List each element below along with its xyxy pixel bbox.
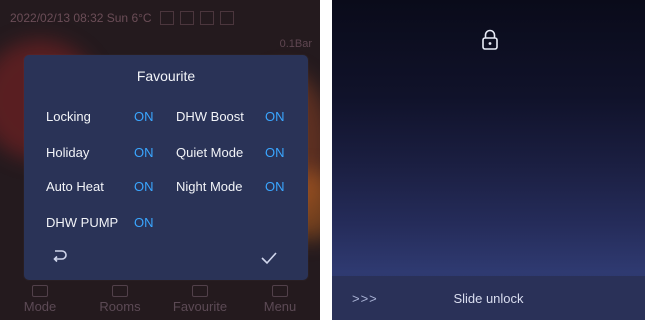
lock-icon	[482, 29, 498, 50]
menu-icon	[272, 285, 288, 297]
status-icons	[159, 11, 234, 25]
back-button[interactable]	[46, 243, 72, 269]
option-label: Quiet Mode	[176, 145, 244, 160]
pressure-value: 0.1Bar	[279, 38, 312, 50]
option-value: ON	[134, 179, 154, 194]
status-bar: 2022/02/13 08:32 Sun 6°C	[10, 9, 314, 27]
nav-mode-label: Mode	[23, 299, 57, 314]
option-label: Night Mode	[176, 179, 243, 194]
option-auto-heat[interactable]: Auto Heat ON	[46, 179, 154, 194]
status-icon	[219, 11, 234, 25]
nav-rooms[interactable]: Rooms	[90, 285, 150, 314]
option-label: DHW Boost	[176, 109, 244, 124]
option-value: ON	[265, 109, 285, 124]
pressure-readout: 0.1Bar	[280, 38, 312, 50]
slide-unlock-label: Slide unlock	[453, 290, 524, 306]
dialog-title: Favourite	[136, 68, 196, 84]
option-value: ON	[134, 109, 154, 124]
option-night-mode[interactable]: Night Mode ON	[176, 179, 285, 194]
status-icon	[179, 11, 194, 25]
option-value: ON	[265, 179, 285, 194]
option-value: ON	[134, 215, 154, 230]
option-label: Auto Heat	[46, 179, 104, 194]
status-icon	[159, 11, 174, 25]
favourite-dialog: Favourite Locking ON DHW Boost ON Holida…	[24, 55, 308, 280]
favourite-screen: 2022/02/13 08:32 Sun 6°C 0.1Bar Mode Roo…	[0, 0, 320, 320]
option-value: ON	[265, 145, 285, 160]
nav-rooms-label: Rooms	[99, 299, 141, 314]
slide-unlock-bar[interactable]: >>> Slide unlock	[332, 276, 645, 320]
nav-favourite[interactable]: Favourite	[170, 285, 230, 314]
lock-screen: >>> Slide unlock	[332, 0, 645, 320]
option-locking[interactable]: Locking ON	[46, 109, 154, 124]
mode-icon	[32, 285, 48, 297]
status-datetime: 2022/02/13 08:32 Sun 6°C	[10, 11, 152, 25]
option-label: Holiday	[46, 145, 90, 160]
option-dhw-boost[interactable]: DHW Boost ON	[176, 109, 285, 124]
return-arrow-icon	[53, 250, 67, 263]
rooms-icon	[112, 285, 128, 297]
lock-indicator	[480, 28, 500, 57]
nav-menu-label: Menu	[263, 299, 297, 314]
option-label: Locking	[46, 109, 91, 124]
status-icon	[199, 11, 214, 25]
checkmark-icon	[261, 252, 277, 265]
option-label: DHW PUMP	[46, 215, 119, 230]
option-dhw-pump[interactable]: DHW PUMP ON	[46, 215, 154, 230]
option-holiday[interactable]: Holiday ON	[46, 145, 154, 160]
option-quiet-mode[interactable]: Quiet Mode ON	[176, 145, 285, 160]
option-value: ON	[134, 145, 154, 160]
confirm-button[interactable]	[256, 245, 282, 271]
favourite-icon	[192, 285, 208, 297]
nav-menu[interactable]: Menu	[250, 285, 310, 314]
nav-mode[interactable]: Mode	[10, 285, 70, 314]
nav-favourite-label: Favourite	[172, 299, 228, 314]
